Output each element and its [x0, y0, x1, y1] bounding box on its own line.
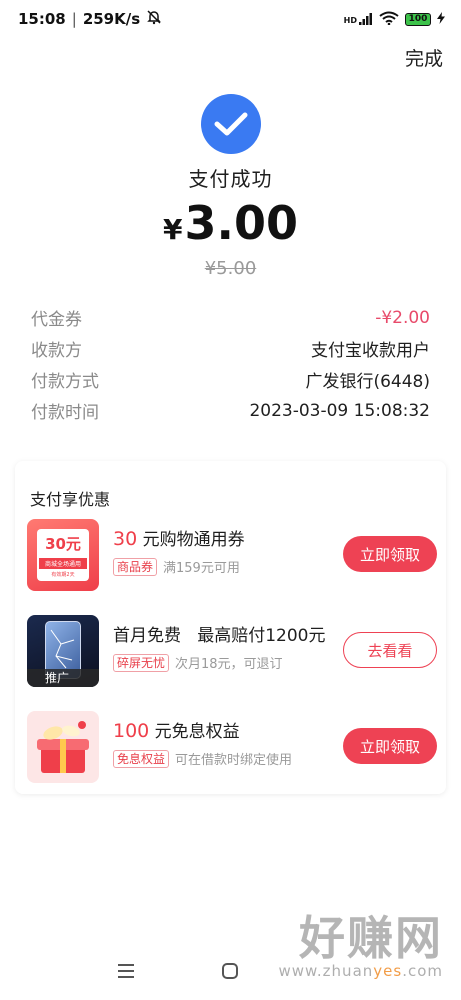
- payment-success-title: 支付成功: [188, 167, 273, 191]
- wifi-icon: [379, 11, 399, 28]
- benefits-card: 支付享优惠 30元 商城全场通用 有效期2天 30 元购物通用券 商品券 满15…: [15, 461, 446, 794]
- offer-title-highlight: 100: [113, 720, 150, 742]
- gift-box-icon: [37, 721, 89, 773]
- coupon-thumb-validity: 有效期2天: [51, 572, 75, 578]
- offer-title-text: 首月免费 最高赔付1200元: [113, 626, 326, 646]
- battery-icon: 100: [405, 12, 431, 26]
- detail-label: 付款方式: [31, 372, 99, 392]
- offer-tag: 免息权益: [113, 749, 170, 768]
- coupon-thumb-amount: 30元: [45, 535, 81, 553]
- offer-tag: 碎屏无忧: [113, 653, 170, 672]
- amount-value: 3.00: [184, 196, 298, 250]
- detail-value: -¥2.00: [375, 307, 430, 328]
- offer-title: 100 元免息权益: [113, 717, 240, 742]
- offer-desc: 次月18元，可退订: [175, 657, 283, 672]
- status-divider: |: [71, 10, 77, 28]
- detail-value: 支付宝收款用户: [311, 341, 430, 361]
- hd-label: HD: [343, 16, 357, 25]
- offer-title: 首月免费 最高赔付1200元: [113, 621, 325, 646]
- offer-title-text: 元购物通用券: [142, 530, 245, 550]
- menu-icon[interactable]: [116, 962, 136, 984]
- claim-coupon-button[interactable]: 立即领取: [343, 536, 437, 572]
- detail-value: 2023-03-09 15:08:32: [249, 400, 430, 421]
- status-bar: 15:08 | 259K/s HD 100: [0, 0, 461, 38]
- offer-desc: 可在借款时绑定使用: [175, 753, 293, 768]
- benefits-title: 支付享优惠: [30, 490, 111, 509]
- done-button[interactable]: 完成: [405, 44, 443, 71]
- detail-row-method: 付款方式 广发银行(6448): [31, 364, 430, 395]
- currency-symbol: ¥: [163, 213, 183, 246]
- offer-subtitle: 免息权益 可在借款时绑定使用: [113, 749, 292, 768]
- offer-item-screen-insurance[interactable]: 推广 首月免费 最高赔付1200元 碎屏无忧 次月18元，可退订 去看看: [27, 615, 437, 687]
- status-time: 15:08: [18, 10, 66, 28]
- status-left: 15:08 | 259K/s: [18, 9, 162, 29]
- success-check-icon: [201, 94, 261, 154]
- offer-title-text: 元免息权益: [154, 722, 240, 742]
- detail-label: 收款方: [31, 341, 82, 361]
- gift-box-thumbnail: [27, 711, 99, 783]
- original-amount: ¥5.00: [204, 258, 257, 279]
- status-right: HD 100: [344, 11, 445, 28]
- detail-row-time: 付款时间 2023-03-09 15:08:32: [31, 395, 430, 426]
- payment-details: 代金券 -¥2.00 收款方 支付宝收款用户 付款方式 广发银行(6448) 付…: [31, 302, 430, 426]
- offer-subtitle: 商品券 满159元可用: [113, 557, 240, 576]
- detail-row-payee: 收款方 支付宝收款用户: [31, 333, 430, 364]
- offer-desc: 满159元可用: [163, 561, 240, 576]
- claim-benefit-button[interactable]: 立即领取: [343, 728, 437, 764]
- offer-item-interest-free[interactable]: 100 元免息权益 免息权益 可在借款时绑定使用 立即领取: [27, 711, 437, 783]
- offer-tag: 商品券: [113, 557, 158, 576]
- coupon-thumb-caption: 商城全场通用: [39, 558, 87, 569]
- offer-title: 30 元购物通用券: [113, 525, 245, 550]
- view-offer-button[interactable]: 去看看: [343, 632, 437, 668]
- offer-item-coupon[interactable]: 30元 商城全场通用 有效期2天 30 元购物通用券 商品券 满159元可用 立…: [27, 519, 437, 591]
- detail-label: 付款时间: [31, 403, 99, 423]
- offer-subtitle: 碎屏无忧 次月18元，可退订: [113, 653, 283, 672]
- signal-icon: HD: [344, 13, 373, 25]
- charging-icon: [437, 11, 445, 27]
- paid-amount: ¥ 3.00: [0, 196, 461, 250]
- system-nav-bar: [0, 945, 461, 1000]
- coupon-thumbnail: 30元 商城全场通用 有效期2天: [27, 519, 99, 591]
- detail-label: 代金券: [31, 310, 82, 330]
- promo-label: 推广: [27, 669, 99, 687]
- detail-value: 广发银行(6448): [305, 372, 430, 392]
- detail-row-voucher: 代金券 -¥2.00: [31, 302, 430, 333]
- home-icon[interactable]: [221, 962, 239, 984]
- mute-bell-icon: [146, 9, 162, 29]
- coupon-ticket: 30元 商城全场通用 有效期2天: [37, 529, 89, 581]
- network-speed: 259K/s: [82, 10, 141, 28]
- cracked-phone-thumbnail: 推广: [27, 615, 99, 687]
- offer-title-highlight: 30: [113, 528, 138, 550]
